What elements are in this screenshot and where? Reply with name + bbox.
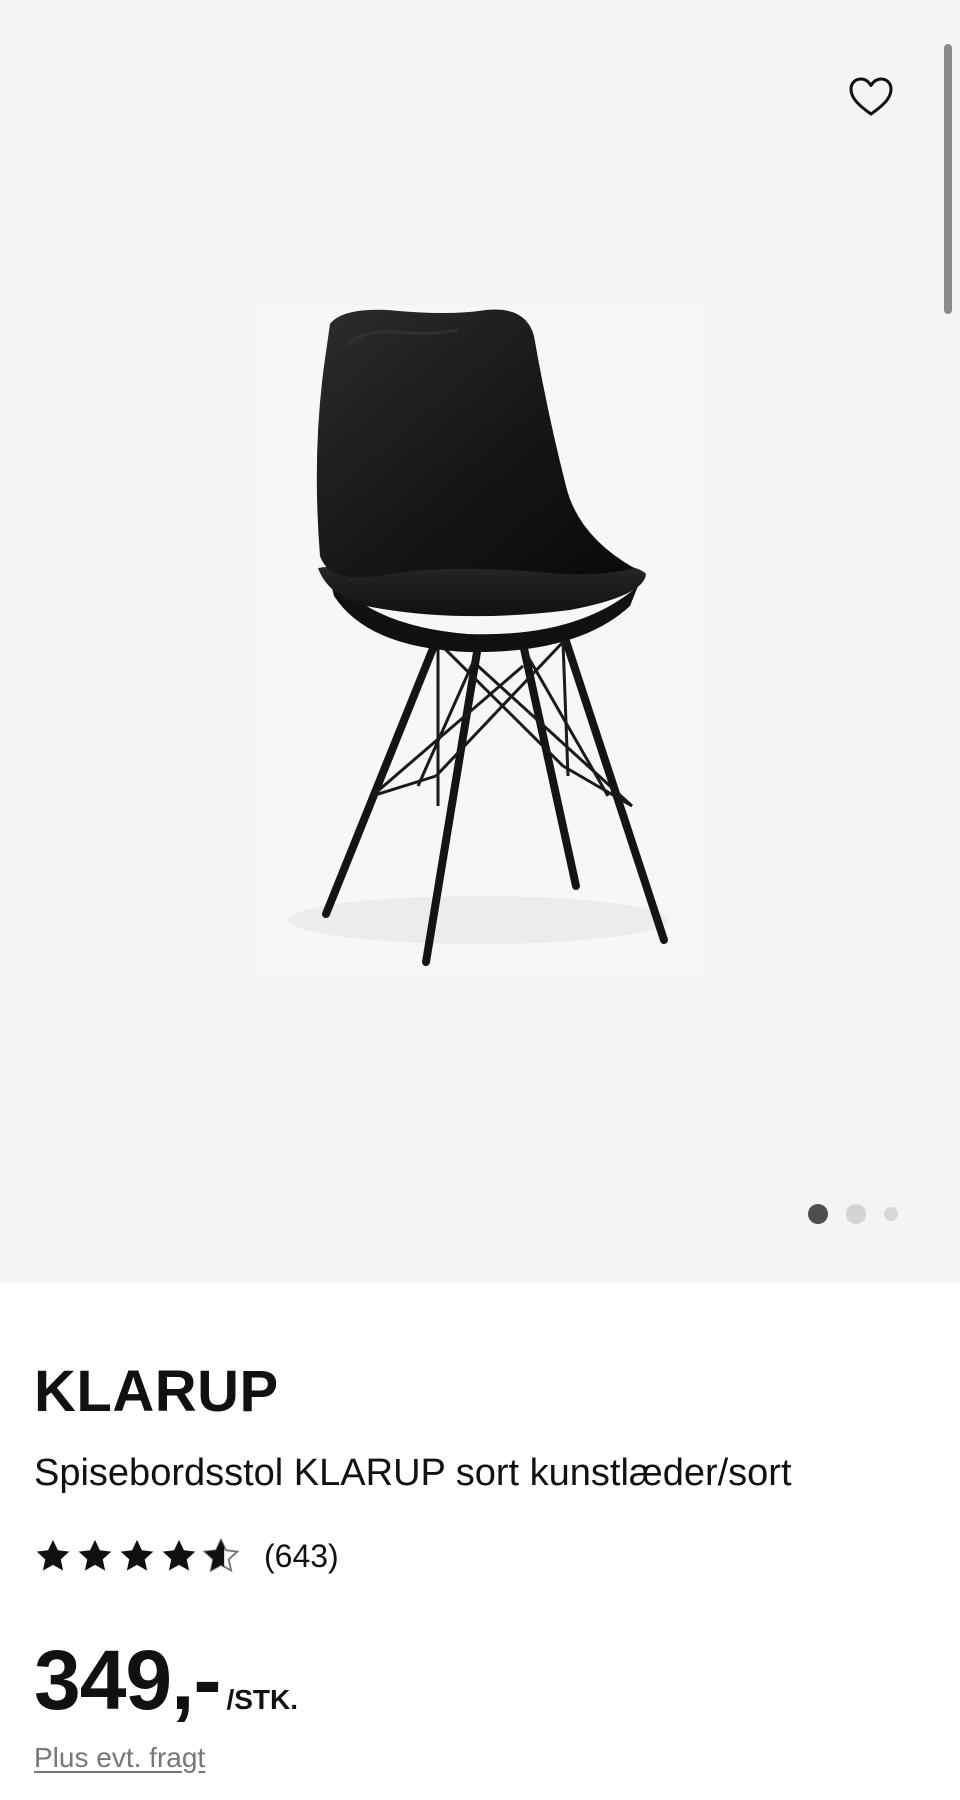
product-price: 349,- /STK. bbox=[34, 1630, 298, 1730]
carousel-dot-1[interactable] bbox=[808, 1204, 828, 1224]
star-half-icon bbox=[202, 1537, 240, 1573]
carousel-dot-2[interactable] bbox=[846, 1204, 866, 1224]
product-rating[interactable]: (643) bbox=[34, 1534, 339, 1578]
scrollbar[interactable] bbox=[944, 44, 952, 314]
star-full-icon bbox=[78, 1539, 112, 1571]
favorite-button[interactable] bbox=[845, 72, 897, 124]
carousel-indicators bbox=[808, 1202, 898, 1226]
product-brand: KLARUP bbox=[34, 1359, 279, 1424]
star-full-icon bbox=[36, 1539, 70, 1571]
product-image bbox=[258, 306, 706, 976]
price-amount: 349,- bbox=[34, 1633, 221, 1727]
star-full-icon bbox=[120, 1539, 154, 1571]
heart-outline-icon bbox=[849, 77, 893, 116]
shipping-link[interactable]: Plus evt. fragt bbox=[34, 1740, 205, 1776]
rating-stars bbox=[34, 1537, 244, 1575]
carousel-dot-3[interactable] bbox=[884, 1207, 898, 1221]
review-count[interactable]: (643) bbox=[264, 1536, 339, 1576]
price-unit: /STK. bbox=[226, 1684, 299, 1715]
product-name: Spisebordsstol KLARUP sort kunstlæder/so… bbox=[34, 1452, 792, 1494]
product-gallery[interactable] bbox=[0, 0, 960, 1282]
star-full-icon bbox=[162, 1539, 196, 1571]
